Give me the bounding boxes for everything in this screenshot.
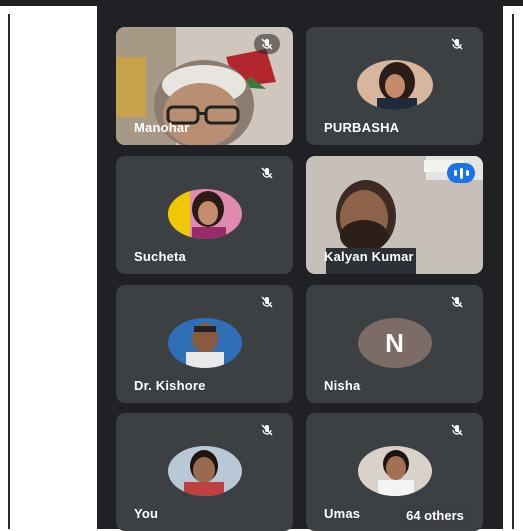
participant-tile-nisha[interactable]: N Nisha <box>306 285 483 403</box>
photo-border-right <box>512 14 514 529</box>
mic-off-icon <box>254 292 280 312</box>
participant-name: Kalyan Kumar <box>324 249 414 264</box>
participant-name: Dr. Kishore <box>134 378 206 393</box>
photo-border-left <box>8 14 10 529</box>
participant-name: Sucheta <box>134 249 186 264</box>
participant-name: Manohar <box>134 120 190 135</box>
participant-tile-kalyan-kumar[interactable]: Kalyan Kumar <box>306 156 483 274</box>
mic-off-icon <box>254 34 280 54</box>
mic-off-icon <box>444 420 470 440</box>
profile-avatar <box>167 318 242 368</box>
participant-tile-purbasha[interactable]: PURBASHA <box>306 27 483 145</box>
participant-name: Nisha <box>324 378 361 393</box>
profile-avatar <box>167 189 242 239</box>
participant-name: You <box>134 506 159 521</box>
mic-off-icon <box>254 420 280 440</box>
profile-avatar <box>356 60 433 110</box>
participant-name: Umas <box>324 506 361 521</box>
participant-tile-manohar[interactable]: Manohar <box>116 27 293 145</box>
participant-tile-sucheta[interactable]: Sucheta <box>116 156 293 274</box>
mic-off-icon <box>254 163 280 183</box>
profile-avatar <box>357 446 432 496</box>
letter-avatar: N <box>357 318 432 368</box>
mic-off-icon <box>444 292 470 312</box>
others-count-button[interactable]: 64 others <box>397 502 473 528</box>
participant-name: PURBASHA <box>324 120 400 135</box>
participant-tile-dr-kishore[interactable]: Dr. Kishore <box>116 285 293 403</box>
mic-off-icon <box>444 34 470 54</box>
participant-tile-you[interactable]: You <box>116 413 293 531</box>
profile-avatar <box>167 446 242 496</box>
speaking-indicator-icon <box>447 163 475 183</box>
meeting-grid: Manohar PURBASHA Sucheta Kalyan Kumar Dr… <box>97 0 503 531</box>
